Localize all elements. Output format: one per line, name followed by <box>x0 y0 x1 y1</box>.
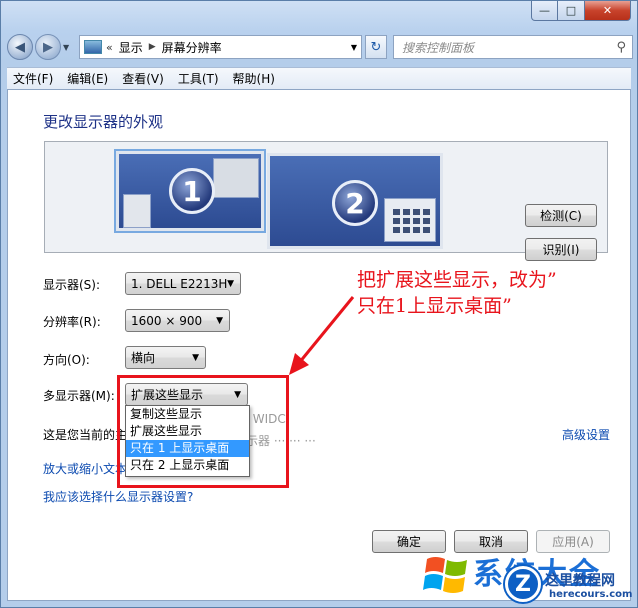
annotation-text: 把扩展这些显示，改为” 只在1上显示桌面” <box>357 267 557 319</box>
windows-logo-icon <box>423 557 467 593</box>
annotation-line-2: 只在1上显示桌面” <box>357 295 512 317</box>
site-name: 这里教程网 <box>545 573 615 589</box>
site-logo-icon: Z <box>505 566 541 602</box>
annotation-line-1: 把扩展这些显示，改为” <box>357 269 557 291</box>
site-url: herecours.com <box>549 589 633 600</box>
screen-resolution-window: — □ ✕ ◀ ▶ ▼ « 显示 ▶ 屏幕分辨率 ▼ ↻ 搜索控制面板 ⚲ 文件… <box>0 0 638 608</box>
